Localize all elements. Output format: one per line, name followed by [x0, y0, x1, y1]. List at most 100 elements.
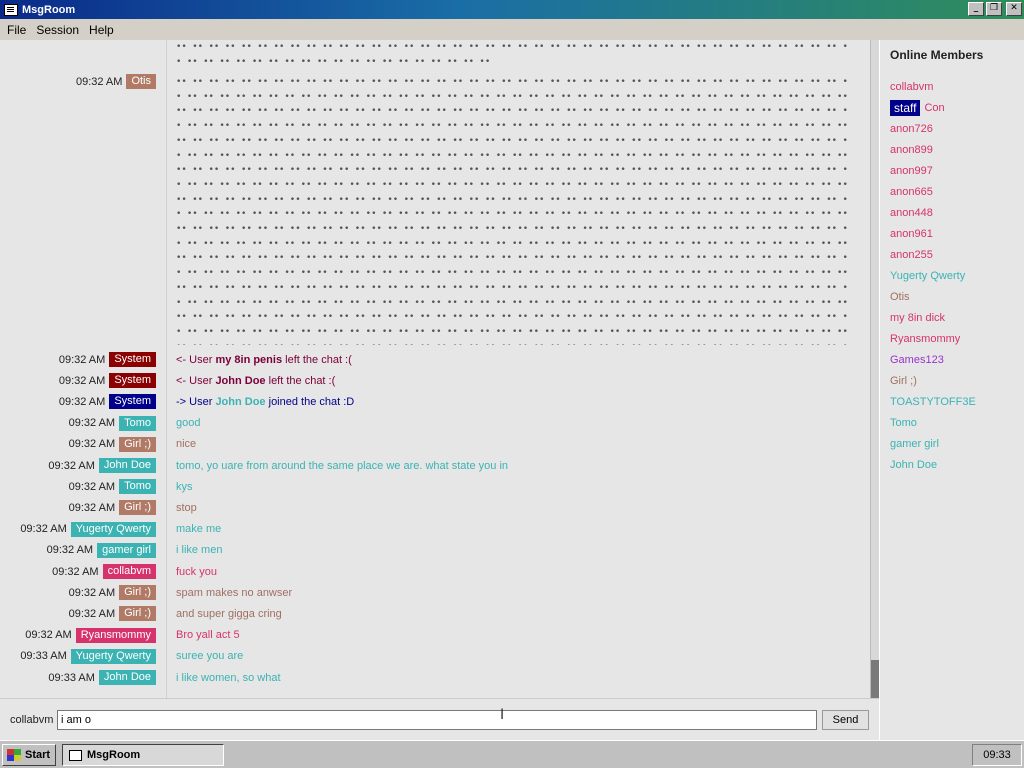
member-item[interactable]: Ryansmommy — [880, 328, 1024, 349]
message-username-badge[interactable]: System — [109, 352, 156, 367]
spam-message-block: •• •• •• •• •• •• •• •• •• •• •• •• •• •… — [176, 42, 848, 67]
system-suffix: left the chat :( — [282, 353, 352, 366]
menu-file[interactable]: File — [2, 23, 31, 37]
member-item[interactable]: Games123 — [880, 349, 1024, 370]
message-username-badge[interactable]: gamer girl — [97, 542, 156, 558]
message-username-badge[interactable]: System — [109, 394, 156, 410]
taskbar-clock: 09:33 — [972, 744, 1022, 766]
chat-scrollbar[interactable] — [870, 40, 880, 698]
chat-row: 09:32 AM Yugerty Qwerty make me — [0, 519, 870, 540]
message-username-badge[interactable]: Girl ;) — [119, 436, 156, 452]
taskbar-msgroom-button[interactable]: MsgRoom — [62, 744, 224, 766]
member-item[interactable]: anon961 — [880, 223, 1024, 244]
member-item[interactable]: TOASTYTOFF3E — [880, 391, 1024, 412]
message-username-badge[interactable]: Tomo — [119, 479, 156, 495]
member-item[interactable]: anon899 — [880, 139, 1024, 160]
msgroom-app-icon — [4, 3, 18, 16]
nickname-label[interactable]: collabvm — [10, 714, 53, 726]
member-item[interactable]: anon665 — [880, 181, 1024, 202]
message-username-badge[interactable]: Otis — [126, 74, 156, 89]
start-button[interactable]: Start — [2, 744, 56, 766]
chat-row: 09:32 AM System <- User John Doe left the … — [0, 370, 870, 391]
member-item[interactable]: staff Con — [880, 97, 1024, 118]
system-suffix: left the chat :( — [265, 374, 336, 387]
member-item[interactable]: collabvm — [880, 76, 1024, 97]
message-input[interactable] — [57, 710, 817, 730]
chat-row: 09:32 AM Ryansmommy Bro yall act 5 — [0, 625, 870, 646]
send-button[interactable]: Send — [822, 710, 869, 730]
member-name: Girl ;) — [890, 374, 917, 387]
member-item[interactable]: my 8in dick — [880, 307, 1024, 328]
member-item[interactable]: Girl ;) — [880, 370, 1024, 391]
message-username-badge[interactable]: System — [109, 373, 156, 389]
member-name: anon726 — [890, 122, 933, 135]
member-name: anon448 — [890, 206, 933, 219]
message-username-badge[interactable]: Girl ;) — [119, 585, 156, 601]
message-username-badge[interactable]: John Doe — [98, 458, 156, 473]
menu-session[interactable]: Session — [31, 23, 84, 37]
restore-button[interactable]: ❐ — [986, 2, 1002, 16]
message-text: suree you are — [176, 650, 244, 663]
member-name: collabvm — [890, 80, 934, 93]
message-text: nice — [176, 438, 197, 451]
member-name: anon255 — [890, 248, 933, 261]
system-suffix: joined the chat :D — [265, 395, 355, 408]
message-time: 09:32 AM — [68, 501, 116, 514]
member-name: Games123 — [890, 353, 944, 366]
message-text: stop — [176, 501, 197, 514]
chat-row: 09:32 AM Girl ;) stop — [0, 497, 870, 518]
message-time: 09:32 AM — [25, 629, 72, 642]
member-name: Tomo — [890, 416, 917, 429]
message-username-badge[interactable]: Tomo — [119, 415, 156, 431]
system-username: my 8in penis — [215, 353, 283, 366]
member-item[interactable]: Yugerty Qwerty — [880, 265, 1024, 286]
message-username-badge[interactable]: Girl ;) — [119, 500, 156, 516]
member-item[interactable]: anon448 — [880, 202, 1024, 223]
member-item[interactable]: anon726 — [880, 118, 1024, 139]
chat-row: 09:32 AM Girl ;) spam makes no anwser — [0, 582, 870, 603]
message-text: make me — [176, 523, 222, 536]
message-time: 09:32 AM — [68, 480, 116, 493]
member-name: John Doe — [890, 458, 938, 471]
message-username-badge[interactable]: John Doe — [98, 670, 156, 685]
member-item[interactable]: gamer girl — [880, 433, 1024, 454]
message-text: <- User my 8in penis left the chat :( — [176, 354, 352, 366]
member-item[interactable]: anon255 — [880, 244, 1024, 265]
message-time: 09:32 AM — [68, 607, 116, 620]
message-input-row: collabvm I Send — [0, 698, 879, 740]
message-time: 09:32 AM — [58, 353, 106, 366]
message-username-badge[interactable]: collabvm — [102, 564, 156, 579]
chat-row: 09:32 AM collabvm fuck you — [0, 561, 870, 582]
menu-help[interactable]: Help — [84, 23, 119, 37]
member-name: gamer girl — [890, 437, 939, 450]
message-time: 09:32 AM — [48, 459, 95, 472]
message-username-badge[interactable]: Ryansmommy — [75, 627, 156, 643]
member-name: Con — [924, 101, 945, 114]
start-label: Start — [25, 749, 51, 761]
message-username-badge[interactable]: Yugerty Qwerty — [70, 521, 156, 537]
minimize-button[interactable]: _ — [968, 2, 984, 16]
member-item[interactable]: Otis — [880, 286, 1024, 307]
member-item[interactable]: John Doe — [880, 454, 1024, 475]
windows-logo-icon — [7, 749, 21, 761]
message-text: Bro yall act 5 — [176, 629, 240, 642]
taskbar: Start MsgRoom 09:33 — [0, 740, 1024, 768]
close-button[interactable]: ✕ — [1006, 2, 1022, 16]
msgroom-task-icon — [69, 749, 82, 761]
chat-row: 09:33 AM Yugerty Qwerty suree you are — [0, 646, 870, 667]
system-prefix: <- User — [176, 374, 216, 387]
chat-log[interactable]: •• •• •• •• •• •• •• •• •• •• •• •• •• •… — [0, 40, 870, 698]
member-name: TOASTYTOFF3E — [890, 395, 976, 408]
system-username: John Doe — [215, 395, 266, 408]
member-item[interactable]: Tomo — [880, 412, 1024, 433]
member-item[interactable]: anon997 — [880, 160, 1024, 181]
message-username-badge[interactable]: Yugerty Qwerty — [70, 648, 156, 664]
chat-row: 09:32 AM System -> User John Doe joined th… — [0, 391, 870, 412]
message-username-badge[interactable]: Girl ;) — [119, 606, 156, 622]
online-members-panel: Online Members collabvm staff Con anon726 an… — [879, 40, 1024, 740]
message-time: 09:32 AM — [68, 417, 116, 430]
member-list: collabvm staff Con anon726 anon899 anon997 ano… — [880, 76, 1024, 475]
system-prefix: -> User — [176, 395, 216, 408]
message-time: 09:33 AM — [20, 650, 67, 663]
message-time: 09:32 AM — [20, 523, 67, 536]
